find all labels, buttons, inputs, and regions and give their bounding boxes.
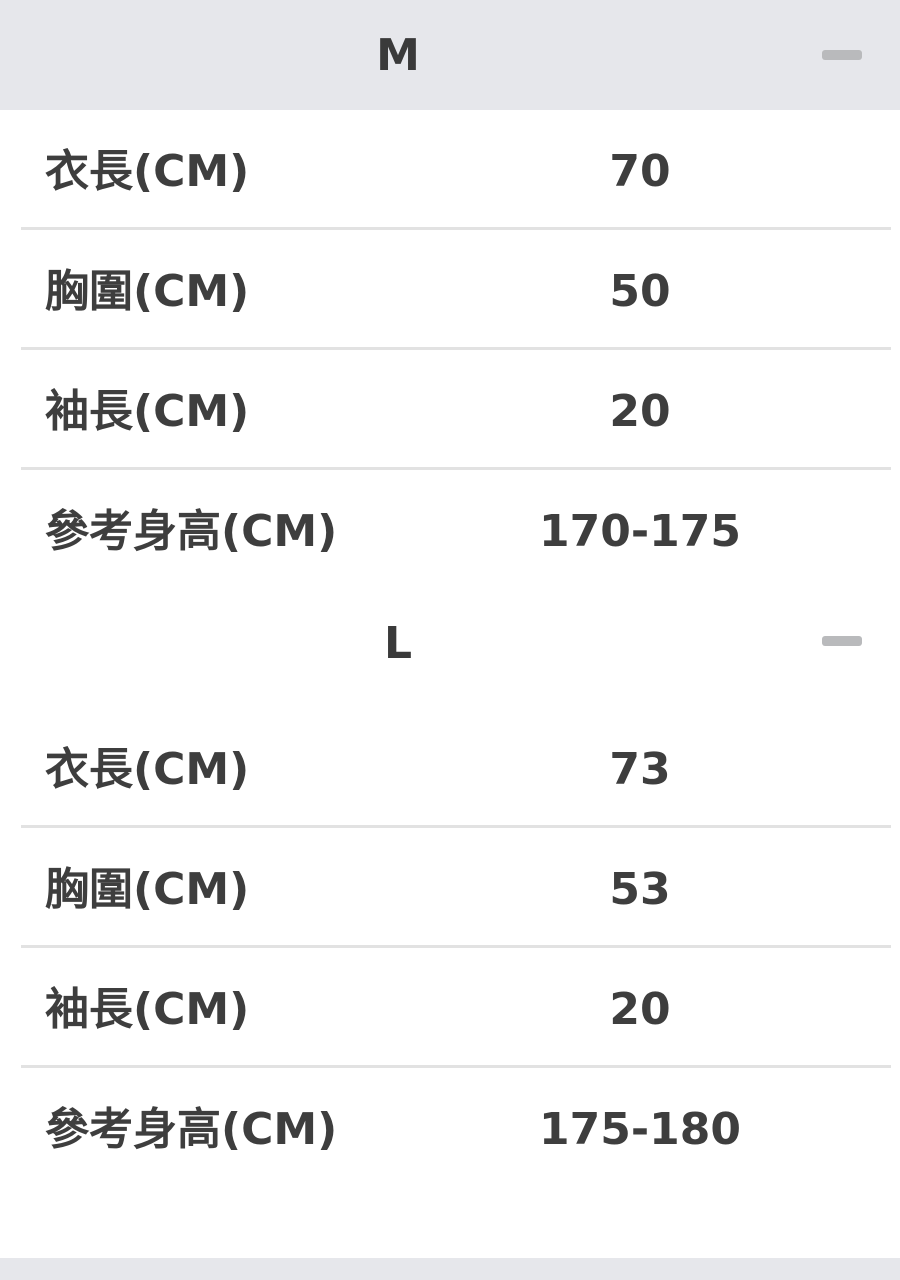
size-section-l: L 衣長(CM) 73 胸圍(CM) 53 袖長(CM) 20 參考身高(CM)… bbox=[0, 598, 900, 1188]
row-label: 袖長(CM) bbox=[45, 386, 250, 437]
row-label: 參考身高(CM) bbox=[45, 506, 338, 557]
row-label: 袖長(CM) bbox=[45, 984, 250, 1035]
section-header-l[interactable]: L bbox=[0, 598, 900, 708]
row-value: 73 bbox=[609, 744, 671, 795]
row-label: 衣長(CM) bbox=[45, 146, 250, 197]
row-value: 50 bbox=[609, 266, 671, 317]
minus-icon[interactable] bbox=[822, 633, 862, 649]
row-value: 175-180 bbox=[539, 1104, 741, 1155]
next-section-header[interactable] bbox=[0, 1258, 900, 1280]
table-row: 袖長(CM) 20 bbox=[21, 350, 891, 470]
row-value: 53 bbox=[609, 864, 671, 915]
row-label: 胸圍(CM) bbox=[45, 266, 250, 317]
table-row: 參考身高(CM) 175-180 bbox=[21, 1068, 891, 1188]
row-label: 衣長(CM) bbox=[45, 744, 250, 795]
row-value: 70 bbox=[609, 146, 671, 197]
size-rows-m: 衣長(CM) 70 胸圍(CM) 50 袖長(CM) 20 參考身高(CM) 1… bbox=[0, 110, 900, 590]
section-title: L bbox=[383, 618, 413, 669]
minus-icon[interactable] bbox=[822, 47, 862, 63]
row-value: 20 bbox=[609, 984, 671, 1035]
row-label: 胸圍(CM) bbox=[45, 864, 250, 915]
size-chart: M 衣長(CM) 70 胸圍(CM) 50 袖長(CM) 20 參考身高(CM)… bbox=[0, 0, 900, 1280]
size-rows-l: 衣長(CM) 73 胸圍(CM) 53 袖長(CM) 20 參考身高(CM) 1… bbox=[0, 708, 900, 1188]
table-row: 衣長(CM) 70 bbox=[21, 110, 891, 230]
size-section-m: M 衣長(CM) 70 胸圍(CM) 50 袖長(CM) 20 參考身高(CM)… bbox=[0, 0, 900, 590]
table-row: 胸圍(CM) 53 bbox=[21, 828, 891, 948]
section-header-m[interactable]: M bbox=[0, 0, 900, 110]
row-value: 170-175 bbox=[539, 506, 741, 557]
row-label: 參考身高(CM) bbox=[45, 1104, 338, 1155]
table-row: 衣長(CM) 73 bbox=[21, 708, 891, 828]
table-row: 參考身高(CM) 170-175 bbox=[21, 470, 891, 590]
table-row: 袖長(CM) 20 bbox=[21, 948, 891, 1068]
section-title: M bbox=[376, 30, 420, 81]
table-row: 胸圍(CM) 50 bbox=[21, 230, 891, 350]
row-value: 20 bbox=[609, 386, 671, 437]
